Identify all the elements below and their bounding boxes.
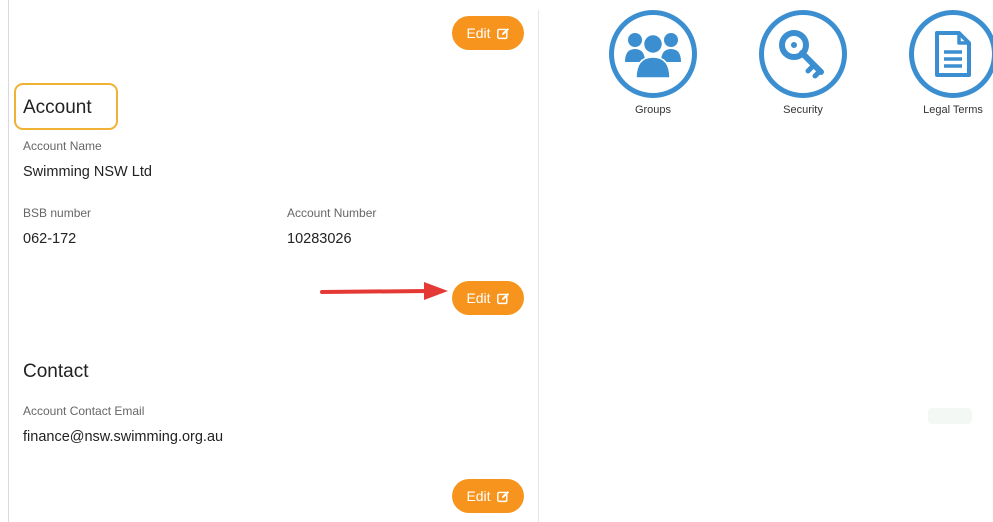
tile-groups-label: Groups [634,104,672,116]
security-circle [759,10,847,98]
left-border [8,0,9,522]
contact-email-value: finance@nsw.swimming.org.au [23,429,224,445]
bsb-value: 062-172 [23,231,77,247]
edit-contact-button[interactable]: Edit [452,479,524,513]
edit-label: Edit [466,25,491,41]
account-name-value: Swimming NSW Ltd [23,164,152,180]
edit-icon [496,27,509,39]
annotation-arrow-icon [320,282,448,300]
account-name-label: Account Name [23,139,102,153]
tile-groups[interactable]: Groups [598,10,708,116]
tile-security-label: Security [783,104,823,116]
edit-icon [496,490,509,502]
contact-section-title: Contact [23,361,89,382]
edit-button-top[interactable]: Edit [452,16,524,50]
document-icon [935,31,971,77]
account-section-title: Account [23,97,92,118]
legal-terms-circle [909,10,993,98]
tile-legal-terms-label: Legal Terms [923,104,983,116]
users-icon [625,33,681,79]
groups-circle [609,10,697,98]
contact-email-label: Account Contact Email [23,404,145,418]
key-icon [779,30,824,79]
edit-label: Edit [466,488,491,504]
account-number-value: 10283026 [287,231,352,247]
edit-label: Edit [466,290,491,306]
tile-security[interactable]: Security [748,10,858,116]
edit-account-button[interactable]: Edit [452,281,524,315]
account-number-label: Account Number [287,206,377,220]
tile-legal-terms[interactable]: Legal Terms [898,10,993,116]
column-divider [538,10,539,522]
bsb-label: BSB number [23,206,92,220]
background-smudge [928,408,972,424]
edit-icon [496,292,509,304]
